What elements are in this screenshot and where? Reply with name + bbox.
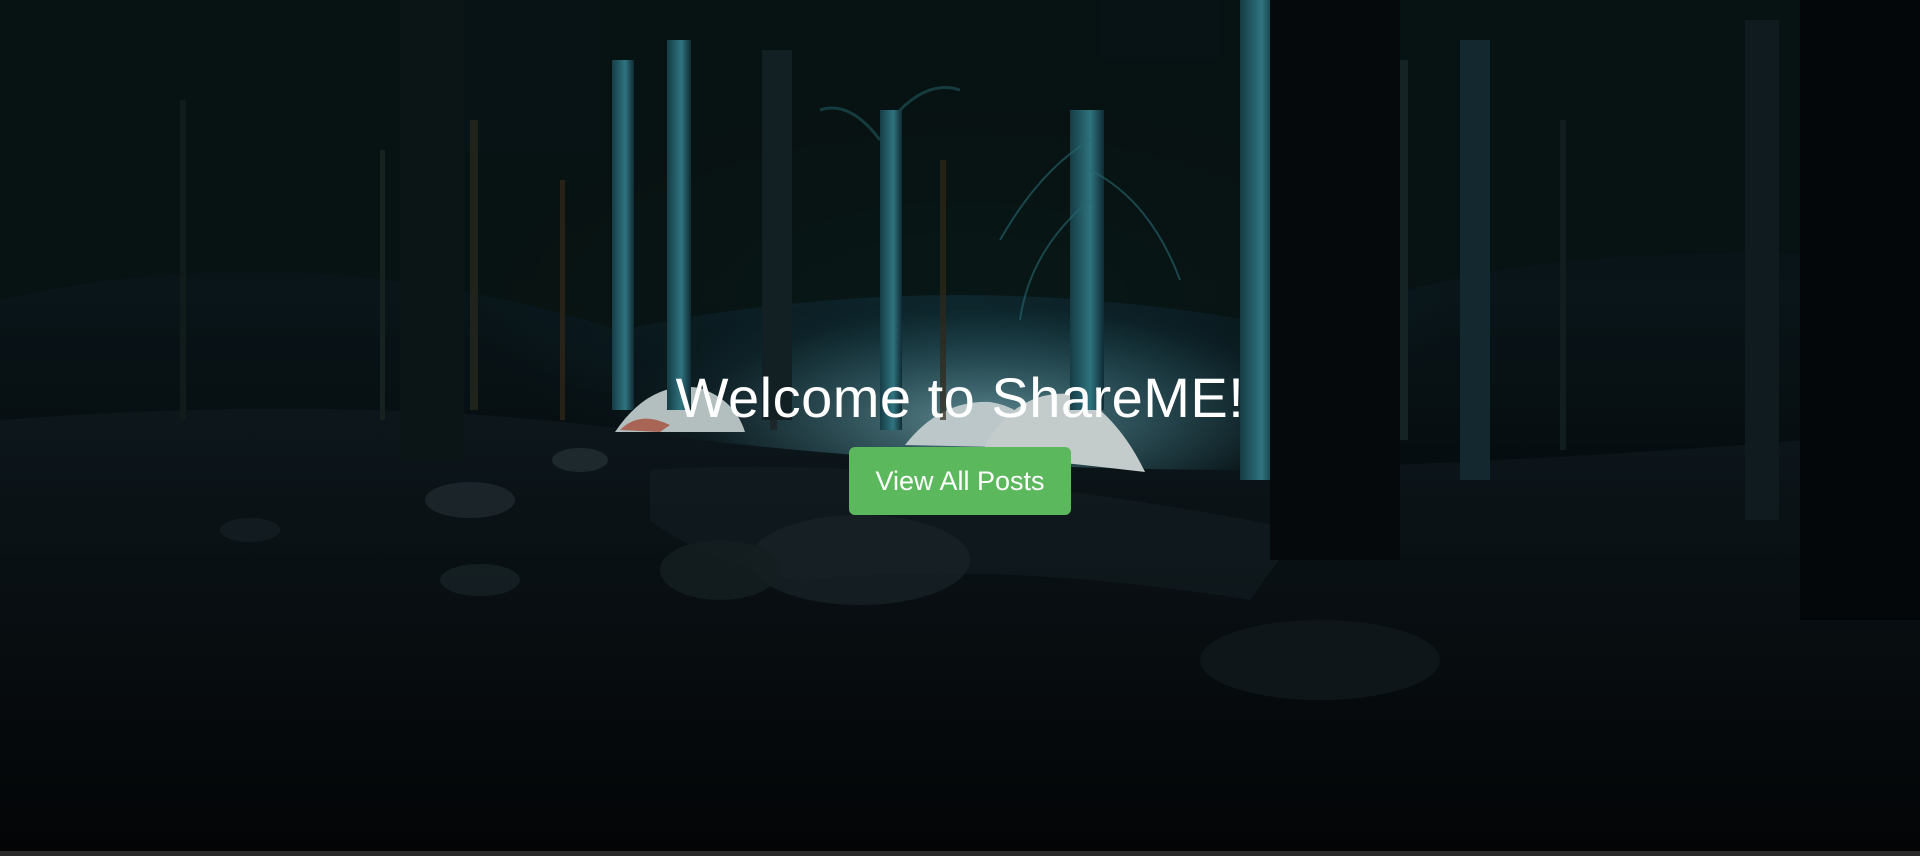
page-title: Welcome to ShareME! [675, 366, 1245, 429]
hero-content: Welcome to ShareME! View All Posts [0, 366, 1920, 515]
view-all-posts-button[interactable]: View All Posts [849, 447, 1071, 515]
hero-section: Welcome to ShareME! View All Posts [0, 0, 1920, 851]
bottom-edge [0, 851, 1920, 856]
